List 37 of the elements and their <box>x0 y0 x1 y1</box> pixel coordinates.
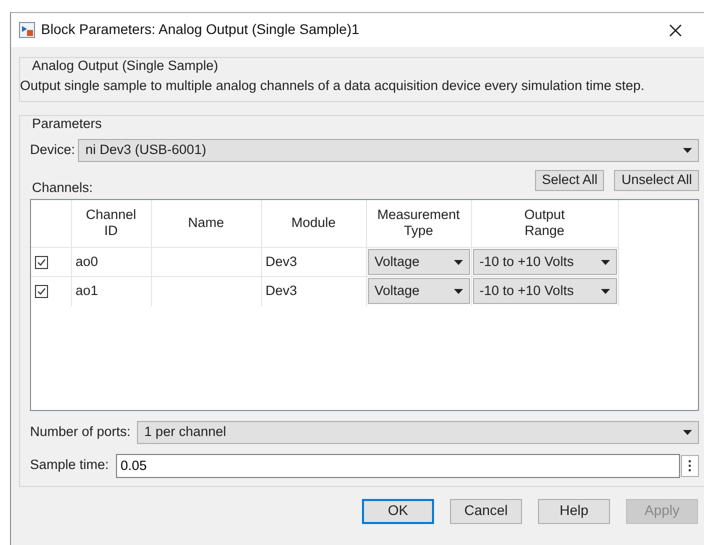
column-header: Name <box>188 215 224 230</box>
table-cell: Dev3 <box>266 254 298 269</box>
column-header: Output Range <box>524 207 565 238</box>
field-label: Number of ports: <box>30 424 131 440</box>
description-text: Output single sample to multiple analog channels of a data acquisition device every simulation time step. <box>20 78 646 95</box>
column-header: Channel ID <box>86 207 136 238</box>
device-dropdown[interactable]: ni Dev3 (USB-6001) <box>78 138 699 162</box>
range-dropdown[interactable]: -10 to +10 Volts <box>472 278 616 304</box>
type-dropdown[interactable]: Voltage <box>368 278 470 304</box>
channels-label: Channels: <box>32 180 93 196</box>
dialog-button[interactable]: Help <box>538 498 610 524</box>
table-cell: Dev3 <box>266 282 298 298</box>
caret-icon <box>454 288 462 294</box>
dialog-button[interactable]: Cancel <box>450 498 522 524</box>
column-header: Module <box>291 215 336 230</box>
caret-icon <box>600 288 610 294</box>
column-header: Measurement Type <box>377 207 460 238</box>
caret-icon <box>600 260 610 264</box>
dialog-button[interactable]: OK <box>362 498 434 524</box>
type-dropdown[interactable]: Voltage <box>368 249 470 275</box>
caret-icon <box>683 148 692 153</box>
table-button[interactable]: Unselect All <box>614 170 699 190</box>
window-title: Block Parameters: Analog Output (Single Sample)1 <box>41 21 360 39</box>
caret-icon <box>683 430 692 434</box>
close-icon[interactable] <box>669 24 682 36</box>
group-title: Analog Output (Single Sample) <box>30 58 220 75</box>
block-icon <box>19 22 35 38</box>
more-button[interactable]: ⋮ <box>681 454 699 476</box>
field-label: Sample time: <box>30 457 109 474</box>
ports-dropdown[interactable]: 1 per channel <box>137 420 699 444</box>
table-cell: ao1 <box>76 282 98 298</box>
table-cell: ao0 <box>76 254 98 269</box>
sample-time-field[interactable]: 0.05 <box>116 454 680 478</box>
range-dropdown[interactable]: -10 to +10 Volts <box>472 249 616 275</box>
caret-icon <box>454 260 462 264</box>
field-label: Device: <box>30 142 76 159</box>
table-button[interactable]: Select All <box>534 170 604 190</box>
